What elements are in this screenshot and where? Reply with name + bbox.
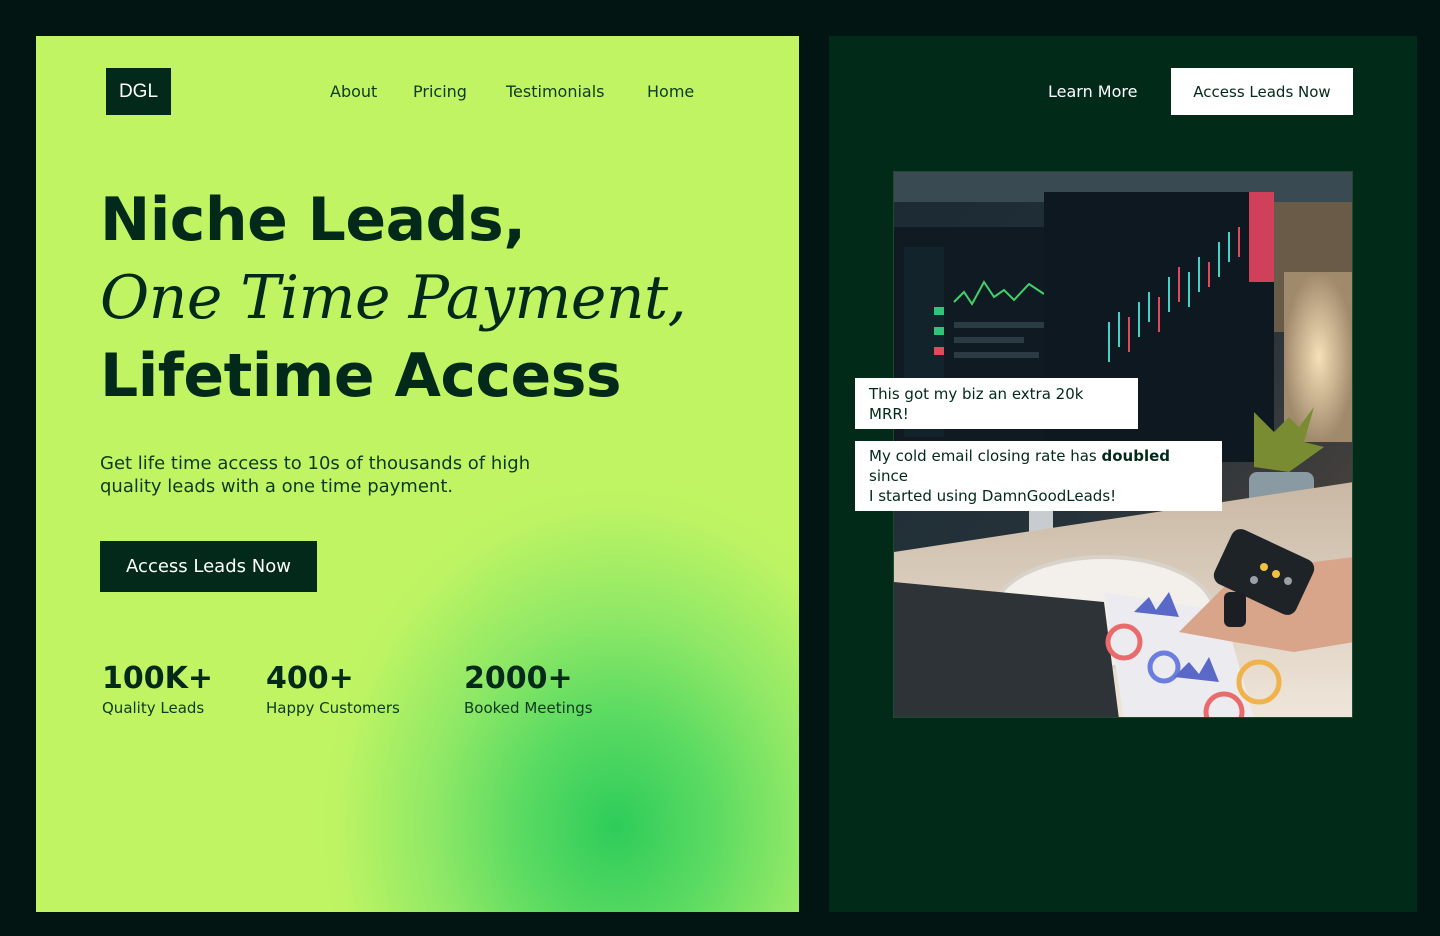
- nav-about[interactable]: About: [330, 82, 377, 101]
- testimonial-card-1: This got my biz an extra 20k MRR!: [855, 378, 1138, 429]
- headline-line-3: Lifetime Access: [100, 341, 622, 411]
- stat-value: 100K+: [102, 661, 214, 696]
- header-access-leads-button[interactable]: Access Leads Now: [1171, 68, 1353, 115]
- nav-home[interactable]: Home: [647, 82, 694, 101]
- stat-label: Happy Customers: [266, 699, 400, 717]
- hero-headline: Niche Leads, One Time Payment, Lifetime …: [100, 181, 687, 415]
- subtitle-line-2: quality leads with a one time payment.: [100, 476, 454, 497]
- stat-label: Booked Meetings: [464, 699, 593, 717]
- stat-value: 400+: [266, 661, 354, 696]
- testimonial-highlight: doubled: [1101, 447, 1171, 465]
- stat-booked-meetings: 2000+ Booked Meetings: [464, 661, 593, 717]
- access-leads-button[interactable]: Access Leads Now: [100, 541, 317, 592]
- testimonial-text-pre: My cold email closing rate has: [869, 447, 1102, 465]
- headline-line-1: Niche Leads,: [100, 185, 526, 255]
- testimonial-card-2: My cold email closing rate has doubled s…: [855, 441, 1222, 511]
- testimonial-text-post: since: [869, 467, 908, 485]
- learn-more-link[interactable]: Learn More: [1048, 82, 1137, 101]
- subtitle-line-1: Get life time access to 10s of thousands…: [100, 453, 531, 474]
- stat-label: Quality Leads: [102, 699, 205, 717]
- hero-subtitle: Get life time access to 10s of thousands…: [100, 452, 570, 498]
- stat-happy-customers: 400+ Happy Customers: [266, 661, 400, 717]
- stat-quality-leads: 100K+ Quality Leads: [102, 661, 213, 717]
- headline-line-2: One Time Payment,: [100, 263, 687, 333]
- stat-value: 2000+: [464, 661, 573, 696]
- testimonial-text-line-1: My cold email closing rate has doubled s…: [869, 446, 1208, 486]
- logo[interactable]: DGL: [106, 68, 171, 115]
- testimonial-text-line-2: I started using DamnGoodLeads!: [869, 487, 1117, 505]
- nav-testimonials[interactable]: Testimonials: [506, 82, 605, 101]
- hero-panel: DGL About Pricing Testimonials Home Nich…: [36, 36, 799, 912]
- nav-pricing[interactable]: Pricing: [413, 82, 467, 101]
- testimonial-text: This got my biz an extra 20k MRR!: [869, 384, 1084, 423]
